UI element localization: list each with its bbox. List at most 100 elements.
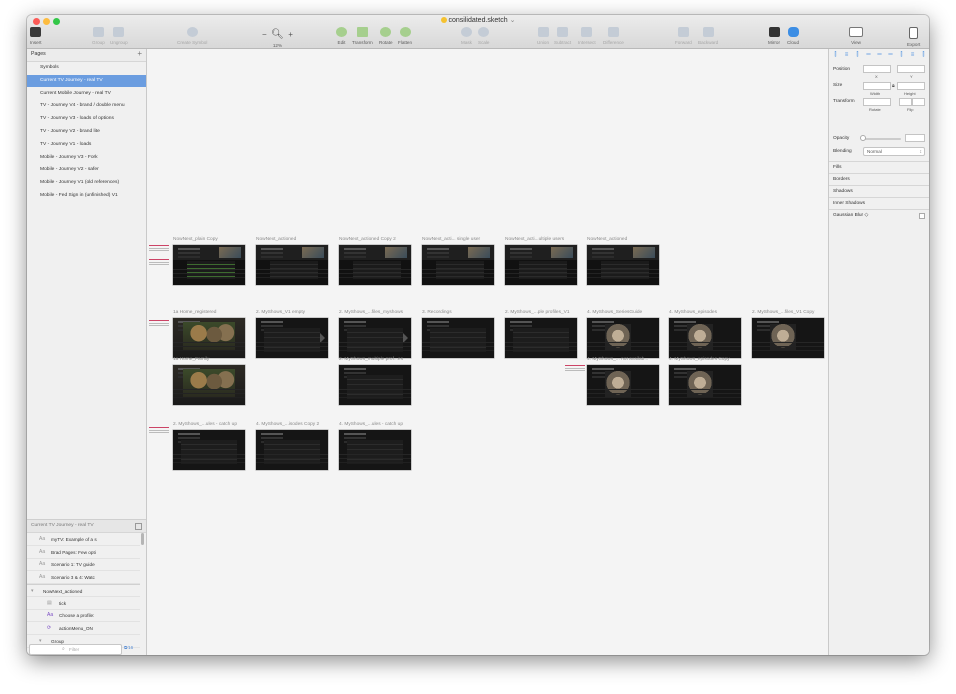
rotate-field[interactable] [863, 98, 891, 106]
artboard[interactable] [256, 318, 328, 358]
layer-row[interactable]: Aa Brad Pages: Few opti [27, 546, 140, 559]
insert-button[interactable]: Insert [30, 27, 42, 45]
artboard-label[interactable]: 2. MyShows_multiple prof...es [339, 357, 403, 362]
backward-button[interactable]: Backward [698, 27, 718, 45]
artboard[interactable] [422, 318, 494, 358]
distribute-horizontal-icon[interactable]: ⫿ [898, 52, 905, 59]
artboard-label[interactable]: NowNext_actioned [587, 237, 627, 242]
align-edge-icon[interactable]: ⫿ [920, 52, 927, 59]
artboard-label[interactable]: 4. MyShows_SeriesGuide [587, 310, 642, 315]
page-item[interactable]: TV - Journey V1 - loads [27, 139, 146, 151]
artboard-label[interactable]: 2. MyShows_...ple profiles_V1 [505, 310, 570, 315]
layer-row[interactable]: Aa Choose a profile: [27, 609, 140, 623]
x-field[interactable] [863, 65, 891, 73]
filter-field[interactable]: ⌕ Filter [29, 644, 122, 655]
lock-icon[interactable]: 🔒︎ [892, 83, 895, 89]
transform-button[interactable]: Transform [352, 27, 373, 45]
artboard[interactable] [422, 245, 494, 285]
artboard[interactable] [669, 318, 741, 358]
artboard-label[interactable]: 2. MyShows_V1 empty [256, 310, 305, 315]
y-field[interactable] [897, 65, 925, 73]
align-left-icon[interactable]: ⫿ [832, 52, 839, 59]
artboard[interactable] [669, 365, 741, 405]
layers-scrollbar[interactable] [141, 533, 144, 545]
blur-checkbox[interactable] [919, 213, 925, 219]
opacity-slider-knob[interactable] [860, 135, 866, 141]
align-bottom-icon[interactable]: ═ [887, 52, 894, 59]
page-item[interactable]: Current Mobile Journey - real TV [27, 88, 146, 100]
page-item[interactable]: TV - Journey V3 - loads of options [27, 113, 146, 125]
artboard[interactable] [256, 245, 328, 285]
mirror-button[interactable]: Mirror [768, 27, 780, 45]
artboard[interactable] [339, 430, 411, 470]
flip-vertical-button[interactable] [912, 98, 925, 106]
export-button[interactable]: Export [907, 27, 920, 47]
artboard-label[interactable]: 4. MyShows_...ules - catch up [339, 422, 403, 427]
create-symbol-button[interactable]: Create Symbol [177, 27, 207, 45]
artboard[interactable] [256, 430, 328, 470]
group-button[interactable]: Group [92, 27, 105, 45]
artboard-label[interactable]: 2. MyShows_...files_V1 Copy [752, 310, 814, 315]
align-right-icon[interactable]: ⫿ [854, 52, 861, 59]
page-item[interactable]: Current TV Journey - real TV [27, 74, 146, 87]
width-field[interactable] [863, 82, 891, 90]
intersect-button[interactable]: Intersect [578, 27, 596, 45]
opacity-slider[interactable] [863, 138, 901, 140]
artboard-label[interactable]: NowNext_acti... single user [422, 237, 480, 242]
rotate-button[interactable]: Rotate [379, 27, 393, 45]
zoom-out-button[interactable]: − [262, 30, 267, 39]
artboard[interactable] [339, 365, 411, 405]
union-button[interactable]: Union [537, 27, 549, 45]
artboard-label[interactable]: 2. MyShows_...files_myshows [339, 310, 403, 315]
gaussian-blur-section[interactable]: Gaussian Blur ◇ [829, 209, 929, 221]
borders-section[interactable]: Borders [829, 173, 929, 185]
artboard-label[interactable]: 1a Home_Family [173, 357, 209, 362]
distribute-vertical-icon[interactable]: ≡ [909, 52, 916, 59]
zoom-in-button[interactable]: + [288, 30, 293, 39]
layer-row[interactable]: ▤ tick [27, 597, 140, 610]
page-item[interactable]: Mobile - Journey V1 (old references) [27, 177, 146, 189]
opacity-field[interactable] [905, 134, 925, 142]
page-item[interactable]: TV - Journey V2 - brand lite [27, 126, 146, 138]
layer-row[interactable]: Aa Scenario 3 & 4: Watc [27, 571, 140, 585]
artboard[interactable] [339, 318, 411, 358]
artboard-label[interactable]: 1a Home_registered [173, 310, 216, 315]
artboard[interactable] [587, 318, 659, 358]
inner-shadows-section[interactable]: Inner Shadows [829, 197, 929, 209]
layer-row[interactable]: ▾ NowNext_actioned [27, 583, 140, 597]
artboard-label[interactable]: 4. MyShows_... not availab... [587, 357, 648, 362]
artboard[interactable] [505, 318, 577, 358]
artboard[interactable] [339, 245, 411, 285]
page-item[interactable]: Symbols [27, 62, 146, 74]
artboard-label[interactable]: 4. MyShows_episodes Copy [669, 357, 730, 362]
artboard[interactable] [173, 318, 245, 358]
artboard-label[interactable]: NowNext_actioned [256, 237, 296, 242]
artboard[interactable] [752, 318, 824, 358]
artboard-label[interactable]: 3. Recordings [422, 310, 452, 315]
artboard[interactable] [587, 365, 659, 405]
blending-select[interactable]: Normal ↕ [863, 147, 925, 156]
collapse-icon[interactable] [135, 523, 142, 530]
artboard[interactable] [587, 245, 659, 285]
edit-button[interactable]: Edit [336, 27, 347, 45]
artboard-label[interactable]: 4. MyShows_episodes [669, 310, 717, 315]
flatten-button[interactable]: Flatten [398, 27, 412, 45]
align-top-icon[interactable]: ═ [865, 52, 872, 59]
artboard[interactable] [505, 245, 577, 285]
view-button[interactable]: View [849, 27, 863, 45]
difference-button[interactable]: Difference [603, 27, 624, 45]
add-page-button[interactable]: + [137, 49, 142, 58]
mask-button[interactable]: Mask [461, 27, 472, 45]
subtract-button[interactable]: Subtract [554, 27, 571, 45]
artboard-label[interactable]: NowNext_plain Copy [173, 237, 218, 242]
artboard[interactable] [173, 245, 245, 285]
layer-row[interactable]: Aa myTV: Example of a s [27, 533, 140, 546]
align-center-icon[interactable]: ≡ [843, 52, 850, 59]
shadows-section[interactable]: Shadows [829, 185, 929, 197]
page-item[interactable]: Mobile - Journey V3 - Fork [27, 152, 146, 164]
artboard-label[interactable]: 4. MyShows_...isodes Copy 2 [256, 422, 319, 427]
fills-section[interactable]: Fills [829, 161, 929, 173]
canvas[interactable]: NowNext_plain Copy NowNext_actioned NowNex… [147, 49, 828, 655]
forward-button[interactable]: Forward [675, 27, 692, 45]
filter-buttons[interactable]: ⧉∕16 [124, 645, 133, 650]
